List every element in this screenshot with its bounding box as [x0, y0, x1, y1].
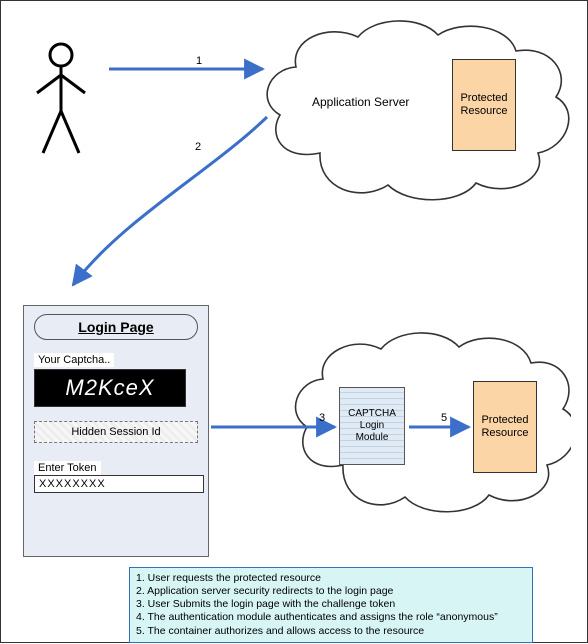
protected-resource-top: Protected Resource: [452, 59, 516, 151]
legend-line-2: 2. Application server security redirects…: [136, 585, 526, 598]
login-page-title: Login Page: [78, 319, 153, 335]
legend-line-1: 1. User requests the protected resource: [136, 572, 526, 585]
step-1-label: 1: [196, 55, 202, 67]
legend-line-3: 3. User Submits the login page with the …: [136, 598, 526, 611]
captcha-login-module: CAPTCHA Login Module: [339, 387, 405, 465]
application-server-cloud: Application Server Protected Resource: [262, 15, 572, 205]
captcha-image: M2KceX: [34, 369, 186, 407]
hidden-session-id: Hidden Session Id: [34, 421, 198, 443]
token-input-value: XXXXXXXX: [39, 478, 106, 490]
user-actor-icon: [31, 41, 91, 161]
captcha-label: Your Captcha..: [34, 353, 114, 367]
protected-resource-bottom: Protected Resource: [473, 381, 537, 473]
step-3-label: 3: [319, 412, 325, 424]
token-input[interactable]: XXXXXXXX: [34, 475, 204, 493]
diagram-canvas: Application Server Protected Resource CA…: [0, 0, 588, 643]
login-page-panel: Login Page Your Captcha.. M2KceX Hidden …: [23, 305, 209, 557]
legend-line-5: 5. The container authorizes and allows a…: [136, 625, 526, 638]
protected-resource-bottom-label: Protected Resource: [474, 414, 536, 440]
login-page-title-frame: Login Page: [34, 314, 198, 340]
step-2-label: 2: [195, 141, 201, 153]
captcha-image-text: M2KceX: [65, 375, 154, 401]
enter-token-label: Enter Token: [34, 461, 101, 475]
step-5-label: 5: [441, 412, 447, 424]
legend-line-4: 4. The authentication module authenticat…: [136, 611, 526, 624]
captcha-login-module-label: CAPTCHA Login Module: [342, 408, 402, 444]
hidden-session-id-label: Hidden Session Id: [71, 426, 160, 438]
application-server-label: Application Server: [312, 95, 409, 109]
protected-resource-top-label: Protected Resource: [453, 92, 515, 118]
steps-legend: 1. User requests the protected resource …: [129, 567, 533, 643]
